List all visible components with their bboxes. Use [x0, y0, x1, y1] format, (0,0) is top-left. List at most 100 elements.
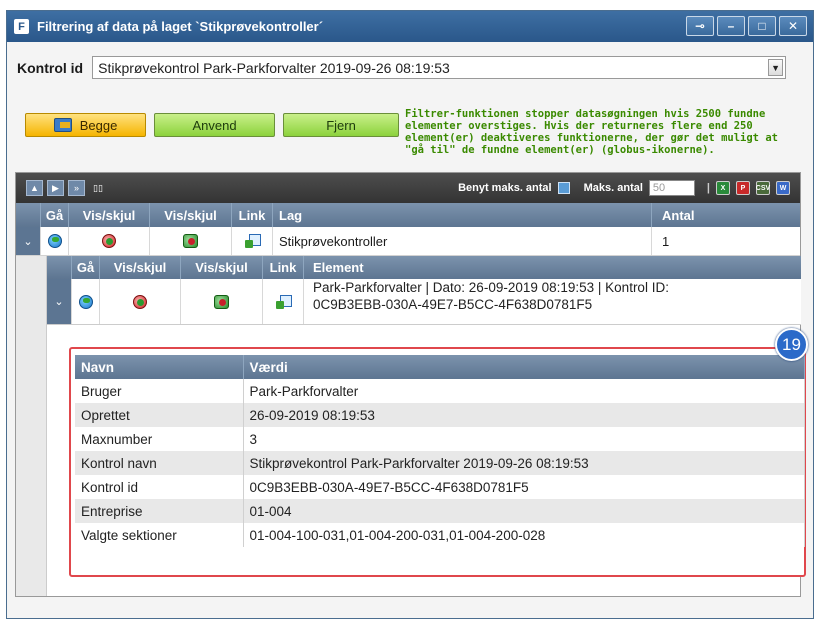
fjern-label: Fjern	[326, 117, 356, 133]
detail-value: 0C9B3EBB-030A-49E7-B5CC-4F638D0781F5	[243, 475, 805, 499]
element-table-header: Gå Vis/skjul Vis/skjul Link Element	[47, 256, 801, 279]
close-icon: ✕	[787, 19, 799, 33]
col-vis-skjul-1: Vis/skjul	[100, 256, 181, 279]
detail-value: 3	[243, 427, 805, 451]
detail-name: Bruger	[75, 379, 244, 403]
hide-icon[interactable]	[183, 234, 198, 248]
column-chooser-icon[interactable]: ▯▯	[93, 183, 103, 194]
next-button[interactable]: ▶	[47, 180, 64, 196]
hide-icon[interactable]	[214, 294, 229, 309]
nested-gutter	[16, 256, 47, 596]
element-row[interactable]: ⌄ Park-Parkforvalter | Dato: 26-09-2019 …	[47, 279, 801, 325]
pdf-icon[interactable]: P	[736, 181, 750, 195]
chevron-down-icon: ⌄	[54, 296, 64, 308]
last-button[interactable]: »	[68, 180, 85, 196]
expand-toggle[interactable]: ⌄	[16, 227, 41, 255]
detail-name: Maxnumber	[75, 427, 244, 451]
chevron-up-icon: ▲	[30, 183, 39, 193]
kontrol-id-select[interactable]: Stikprøvekontrol Park-Parkforvalter 2019…	[92, 56, 787, 79]
layer-table-header: Gå Vis/skjul Vis/skjul Link Lag Antal	[16, 203, 800, 227]
chevron-right-icon: ▶	[52, 182, 59, 193]
begge-button[interactable]: Begge	[25, 113, 146, 137]
detail-name: Oprettet	[75, 403, 244, 427]
app-logo-icon: F	[14, 19, 29, 34]
col-vis-skjul-2: Vis/skjul	[181, 256, 263, 279]
lag-cell: Stikprøvekontroller	[273, 227, 652, 255]
double-chevron-right-icon: »	[73, 183, 79, 193]
antal-cell: 1	[662, 233, 670, 249]
link-icon[interactable]	[245, 234, 261, 248]
col-ga: Gå	[72, 256, 100, 279]
col-antal: Antal	[662, 207, 695, 223]
detail-value: 01-004	[243, 499, 805, 523]
detail-value: 01-004-100-031,01-004-200-031,01-004-200…	[243, 523, 805, 547]
col-vaerdi: Værdi	[243, 355, 805, 379]
detail-value: Stikprøvekontrol Park-Parkforvalter 2019…	[243, 451, 805, 475]
detail-row: Valgte sektioner 01-004-100-031,01-004-2…	[75, 523, 805, 547]
toolbar-divider: |	[706, 182, 710, 194]
minimize-button[interactable]: –	[717, 16, 745, 36]
detail-row: Oprettet 26-09-2019 08:19:53	[75, 403, 805, 427]
maximize-icon: □	[758, 19, 766, 33]
globe-icon[interactable]	[78, 294, 93, 309]
fjern-button[interactable]: Fjern	[283, 113, 399, 137]
show-icon[interactable]	[133, 294, 147, 309]
col-link: Link	[232, 203, 273, 227]
element-subtable: Gå Vis/skjul Vis/skjul Link Element ⌄ Pa…	[47, 256, 801, 325]
element-cell: Park-Parkforvalter | Dato: 26-09-2019 08…	[304, 279, 799, 324]
kontrol-id-label: Kontrol id	[17, 59, 84, 76]
detail-name: Entreprise	[75, 499, 244, 523]
benyt-maks-label: Benyt maks. antal	[458, 182, 552, 194]
detail-row: Kontrol id 0C9B3EBB-030A-49E7-B5CC-4F638…	[75, 475, 805, 499]
benyt-maks-checkbox[interactable]	[557, 182, 570, 194]
col-lag: Lag	[273, 203, 652, 227]
detail-name: Kontrol id	[75, 475, 244, 499]
col-element: Element	[313, 260, 364, 275]
col-vis-skjul-1: Vis/skjul	[69, 203, 150, 227]
detail-value: 26-09-2019 08:19:53	[243, 403, 805, 427]
begge-label: Begge	[79, 117, 118, 133]
element-line-2: 0C9B3EBB-030A-49E7-B5CC-4F638D0781F5	[313, 297, 593, 312]
show-icon[interactable]	[102, 234, 116, 248]
element-line-1: Park-Parkforvalter | Dato: 26-09-2019 08…	[313, 280, 669, 295]
anvend-button[interactable]: Anvend	[154, 113, 275, 137]
csv-icon[interactable]: CSV	[756, 181, 770, 195]
detail-name: Kontrol navn	[75, 451, 244, 475]
window-title: Filtrering af data på laget `Stikprøveko…	[37, 19, 324, 34]
anvend-label: Anvend	[192, 117, 237, 133]
detail-row: Kontrol navn Stikprøvekontrol Park-Parkf…	[75, 451, 805, 475]
word-icon[interactable]: W	[776, 181, 790, 195]
maks-antal-input[interactable]: 50	[648, 180, 695, 196]
excel-icon[interactable]: X	[716, 181, 730, 195]
pin-button[interactable]: ⊸	[686, 16, 714, 36]
collapse-up-button[interactable]: ▲	[26, 180, 43, 196]
filter-dialog: F Filtrering af data på laget `Stikprøve…	[6, 10, 814, 619]
col-navn: Navn	[75, 355, 244, 379]
detail-row: Entreprise 01-004	[75, 499, 805, 523]
maximize-button[interactable]: □	[748, 16, 776, 36]
col-link: Link	[263, 256, 304, 279]
pin-icon: ⊸	[694, 19, 706, 33]
chevron-down-icon: ⌄	[23, 235, 33, 248]
col-ga: Gå	[41, 203, 69, 227]
detail-name: Valgte sektioner	[75, 523, 244, 547]
detail-row: Bruger Park-Parkforvalter	[75, 379, 805, 403]
minimize-icon: –	[727, 19, 735, 33]
layer-row[interactable]: ⌄ Stikprøvekontroller 1	[16, 227, 800, 256]
kontrol-id-value: Stikprøvekontrol Park-Parkforvalter 2019…	[98, 59, 450, 76]
folder-icon	[53, 118, 72, 132]
link-icon[interactable]	[276, 294, 292, 309]
title-bar[interactable]: F Filtrering af data på laget `Stikprøve…	[7, 11, 813, 42]
maks-antal-label: Maks. antal	[583, 182, 643, 194]
step-badge: 19	[775, 328, 808, 361]
filter-info-text: Filtrer-funktionen stopper datasøgningen…	[405, 108, 778, 156]
close-button[interactable]: ✕	[779, 16, 807, 36]
detail-value: Park-Parkforvalter	[243, 379, 805, 403]
grid-toolbar: ▲ ▶ » ▯▯ Benyt maks. antal Maks. antal 5…	[16, 173, 800, 203]
expand-toggle[interactable]: ⌄	[47, 279, 72, 324]
detail-table: Navn Værdi Bruger Park-Parkforvalter Opr…	[75, 355, 805, 547]
chevron-down-icon[interactable]: ▼	[768, 59, 784, 76]
globe-icon[interactable]	[47, 234, 62, 248]
col-vis-skjul-2: Vis/skjul	[150, 203, 232, 227]
detail-panel: Navn Værdi Bruger Park-Parkforvalter Opr…	[69, 347, 806, 577]
